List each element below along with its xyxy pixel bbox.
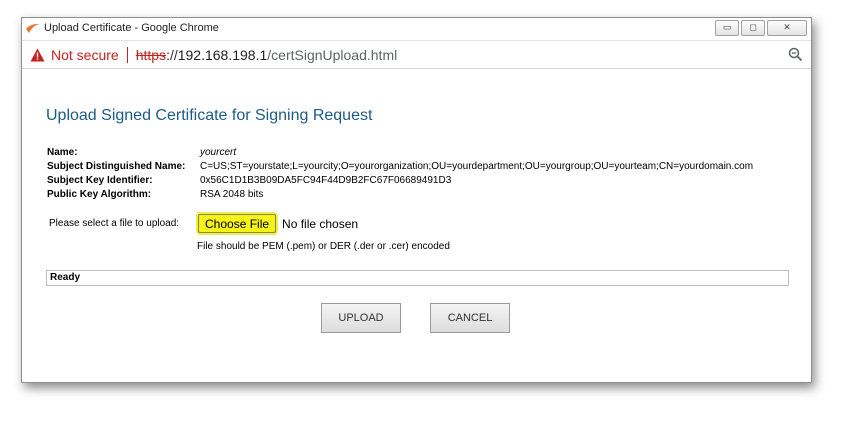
status-box: Ready — [46, 270, 789, 286]
file-upload-row: Please select a file to upload: Choose F… — [49, 214, 358, 233]
upload-button[interactable]: UPLOAD — [321, 303, 401, 333]
title-bar: Upload Certificate - Google Chrome ▭ ◻ ✕ — [22, 18, 811, 41]
info-label: Name: — [47, 147, 78, 158]
info-label: Public Key Algorithm: — [47, 189, 152, 200]
url-scheme-separator: :// — [166, 46, 178, 63]
url-path: /certSignUpload.html — [267, 46, 398, 63]
page-title: Upload Signed Certificate for Signing Re… — [46, 107, 373, 124]
not-secure-label[interactable]: Not secure — [51, 47, 119, 63]
url-host: 192.168.198.1 — [177, 46, 268, 63]
info-value: yourcert — [200, 147, 237, 158]
cancel-button[interactable]: CANCEL — [430, 303, 510, 333]
info-row-subject-dn: Subject Distinguished Name: C=US;ST=your… — [47, 160, 753, 174]
info-row-key-id: Subject Key Identifier: 0x56C1D1B3B09DA5… — [47, 174, 753, 188]
zoom-icon[interactable] — [788, 47, 803, 62]
info-value: C=US;ST=yourstate;L=yourcity;O=yourorgan… — [200, 161, 754, 172]
window-title: Upload Certificate - Google Chrome — [44, 22, 219, 34]
minimize-button[interactable]: ▭ — [715, 20, 739, 36]
close-button[interactable]: ✕ — [767, 20, 807, 36]
address-divider — [126, 46, 128, 63]
info-row-algorithm: Public Key Algorithm: RSA 2048 bits — [47, 188, 753, 202]
info-value: RSA 2048 bits — [200, 189, 264, 200]
choose-file-button[interactable]: Choose File — [198, 214, 277, 233]
browser-window: Upload Certificate - Google Chrome ▭ ◻ ✕… — [21, 17, 812, 383]
no-file-chosen-text: No file chosen — [282, 216, 359, 231]
warning-icon[interactable] — [30, 48, 45, 62]
file-format-hint: File should be PEM (.pem) or DER (.der o… — [197, 241, 450, 252]
upload-label: Please select a file to upload: — [49, 218, 180, 229]
info-label: Subject Key Identifier: — [47, 175, 153, 186]
chrome-logo-icon — [26, 23, 40, 33]
maximize-button[interactable]: ◻ — [741, 20, 765, 36]
address-bar[interactable]: Not secure https://192.168.198.1/certSig… — [22, 41, 811, 69]
url-text[interactable]: https://192.168.198.1/certSignUpload.htm… — [136, 47, 398, 63]
info-value: 0x56C1D1B3B09DA5FC94F44D9B2FC67F06689491… — [200, 175, 452, 186]
url-scheme: https — [135, 46, 167, 63]
page-content: Upload Signed Certificate for Signing Re… — [22, 69, 811, 382]
info-row-name: Name: yourcert — [47, 146, 753, 160]
info-label: Subject Distinguished Name: — [47, 161, 186, 172]
window-controls: ▭ ◻ ✕ — [715, 20, 807, 36]
certificate-info: Name: yourcert Subject Distinguished Nam… — [47, 146, 753, 202]
